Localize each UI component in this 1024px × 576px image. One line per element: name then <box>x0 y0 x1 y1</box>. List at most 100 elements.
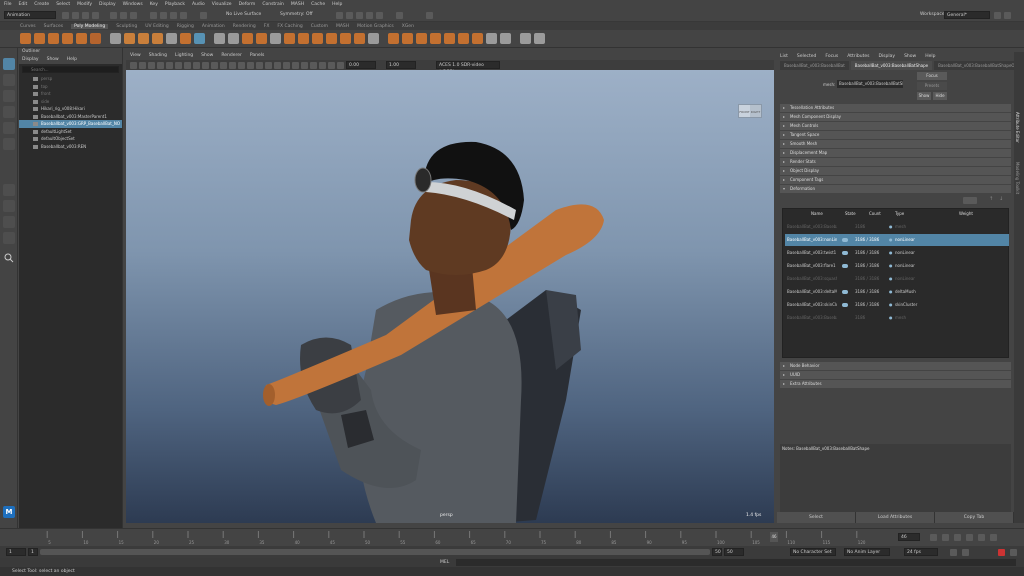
isolate-select-icon[interactable] <box>310 61 317 69</box>
deformer-filter-dropdown[interactable] <box>963 197 977 204</box>
shelf-tab-poly-modeling[interactable]: Poly Modeling <box>71 23 109 29</box>
section-uuid[interactable]: UUID <box>780 371 1011 379</box>
deformer-row[interactable]: BaseballBat_v003:BaseballBatShapeOrig 318… <box>785 221 1009 233</box>
safe-action-icon[interactable] <box>211 61 218 69</box>
safe-title-icon[interactable] <box>220 61 227 69</box>
viewport-menu-show[interactable]: Show <box>201 52 213 60</box>
text-tool-icon[interactable] <box>110 33 121 44</box>
viewport-menu-renderer[interactable]: Renderer <box>221 52 242 60</box>
deformation-section[interactable]: Deformation <box>780 185 1011 193</box>
render-frame-icon[interactable] <box>336 12 343 19</box>
shelf-tab-xgen[interactable]: XGen <box>402 24 414 29</box>
range-start-field[interactable]: 1 <box>28 548 38 556</box>
attr-node-tab[interactable]: BaseballBat_v003:BaseballBatShape <box>850 61 933 70</box>
bookmark-icon[interactable] <box>148 61 155 69</box>
redo-icon[interactable] <box>92 12 99 19</box>
viewport-scene[interactable]: FRONT RIGHT persp 1.4 fps <box>126 70 774 523</box>
select-tool-icon[interactable] <box>3 58 15 70</box>
ipr-render-icon[interactable] <box>346 12 353 19</box>
offset-loop-tool-icon[interactable] <box>416 33 427 44</box>
svg-tool-icon[interactable] <box>124 33 135 44</box>
attr-menu-focus[interactable]: Focus <box>825 52 838 61</box>
viewport-menu-shading[interactable]: Shading <box>149 52 167 60</box>
fill-hole-tool-icon[interactable] <box>340 33 351 44</box>
loop-icon[interactable] <box>950 549 957 556</box>
four-pane-icon[interactable] <box>3 200 15 212</box>
render-settings-icon[interactable] <box>356 12 363 19</box>
menu-windows[interactable]: Windows <box>123 2 143 7</box>
separate-tool-icon[interactable] <box>228 33 239 44</box>
boolean-tool-icon[interactable] <box>368 33 379 44</box>
smooth-shade-icon[interactable] <box>238 61 245 69</box>
append-tool-icon[interactable] <box>326 33 337 44</box>
menu-help[interactable]: Help <box>332 2 342 7</box>
section-object-display[interactable]: Object Display <box>780 167 1011 175</box>
state-toggle[interactable] <box>842 238 848 242</box>
far-clip-field[interactable]: 1.00 <box>386 61 416 69</box>
type-tool-icon[interactable] <box>166 33 177 44</box>
camera-attr-icon[interactable] <box>139 61 146 69</box>
section-node-behavior[interactable]: Node Behavior <box>780 362 1011 370</box>
current-frame-marker[interactable]: 46 <box>770 532 778 542</box>
outliner-item[interactable]: Baseballbat_v003:MasterParent1 <box>19 113 122 121</box>
end-frame-field[interactable]: 50 <box>724 548 744 556</box>
plane-tool-icon[interactable] <box>90 33 101 44</box>
node-name-field[interactable]: BaseballBat_v003:BaseballBatShape <box>837 80 903 88</box>
outliner-item[interactable]: defaultObjectSet <box>19 135 122 143</box>
attr-node-tab[interactable]: BaseballBat_v003:BaseballBat <box>780 61 849 70</box>
section-tangent-space[interactable]: Tangent Space <box>780 131 1011 139</box>
outliner-item[interactable]: front <box>19 90 122 98</box>
bridge-tool-icon[interactable] <box>270 33 281 44</box>
cut-tool-icon[interactable] <box>534 33 545 44</box>
textured-icon[interactable] <box>256 61 263 69</box>
notes-area[interactable]: Notes: BaseballBat_v003:BaseballBatShape <box>780 444 1011 512</box>
insert-loop-tool-icon[interactable] <box>402 33 413 44</box>
cone-tool-icon[interactable] <box>62 33 73 44</box>
reduce-tool-icon[interactable] <box>472 33 483 44</box>
anim-prefs-icon[interactable] <box>1010 549 1017 556</box>
key-icon[interactable] <box>962 549 969 556</box>
camera-select-icon[interactable] <box>130 61 137 69</box>
resolution-gate-icon[interactable] <box>184 61 191 69</box>
command-input[interactable] <box>456 559 1016 566</box>
select-component-icon[interactable] <box>130 12 137 19</box>
workspace-dropdown[interactable]: General* <box>944 11 990 19</box>
shelf-tab-animation[interactable]: Animation <box>202 24 225 29</box>
sphere-tool-icon[interactable] <box>20 33 31 44</box>
show-button[interactable]: Show <box>917 92 931 100</box>
outliner-search-input[interactable]: Search... <box>22 66 119 73</box>
attr-menu-list[interactable]: List <box>780 52 788 61</box>
merge-tool-icon[interactable] <box>354 33 365 44</box>
outliner-item[interactable]: defaultLightSet <box>19 128 122 136</box>
section-smooth-mesh[interactable]: Smooth Mesh <box>780 140 1011 148</box>
auto-key-icon[interactable] <box>998 549 1005 556</box>
menu-select[interactable]: Select <box>56 2 70 7</box>
symmetry-label[interactable]: Symmetry: Off <box>280 12 313 17</box>
smooth-tool-icon[interactable] <box>242 33 253 44</box>
bevel-tool-icon[interactable] <box>256 33 267 44</box>
shelf-tab-rendering[interactable]: Rendering <box>233 24 256 29</box>
view-cube-right[interactable]: RIGHT <box>750 105 761 117</box>
side-by-side-icon[interactable] <box>3 216 15 228</box>
gate-mask-icon[interactable] <box>193 61 200 69</box>
scale-tool-icon[interactable] <box>3 138 15 150</box>
viewport-panel[interactable]: View Shading Lighting Show Renderer Panels 0.… <box>126 52 774 523</box>
xray-joints-icon[interactable] <box>328 61 335 69</box>
menu-playback[interactable]: Playback <box>165 2 185 7</box>
history-icon[interactable] <box>200 12 207 19</box>
multicut-tool-icon[interactable] <box>298 33 309 44</box>
start-frame-field[interactable]: 1 <box>6 548 26 556</box>
current-frame-field[interactable]: 46 <box>898 533 920 541</box>
user-icon[interactable] <box>426 12 433 19</box>
modeling-toolkit-tab[interactable]: Modeling Toolkit <box>1015 162 1020 194</box>
shelf-tab-fx-caching[interactable]: FX Caching <box>277 24 302 29</box>
target-weld-tool-icon[interactable] <box>312 33 323 44</box>
state-toggle[interactable] <box>842 264 848 268</box>
single-pane-icon[interactable] <box>3 184 15 196</box>
menu-deform[interactable]: Deform <box>239 2 256 7</box>
combine-tool-icon[interactable] <box>214 33 225 44</box>
move-up-icon[interactable]: ↑ <box>989 196 993 202</box>
snap-curve-icon[interactable] <box>160 12 167 19</box>
extrude-tool-icon[interactable] <box>284 33 295 44</box>
section-mesh-component-display[interactable]: Mesh Component Display <box>780 113 1011 121</box>
